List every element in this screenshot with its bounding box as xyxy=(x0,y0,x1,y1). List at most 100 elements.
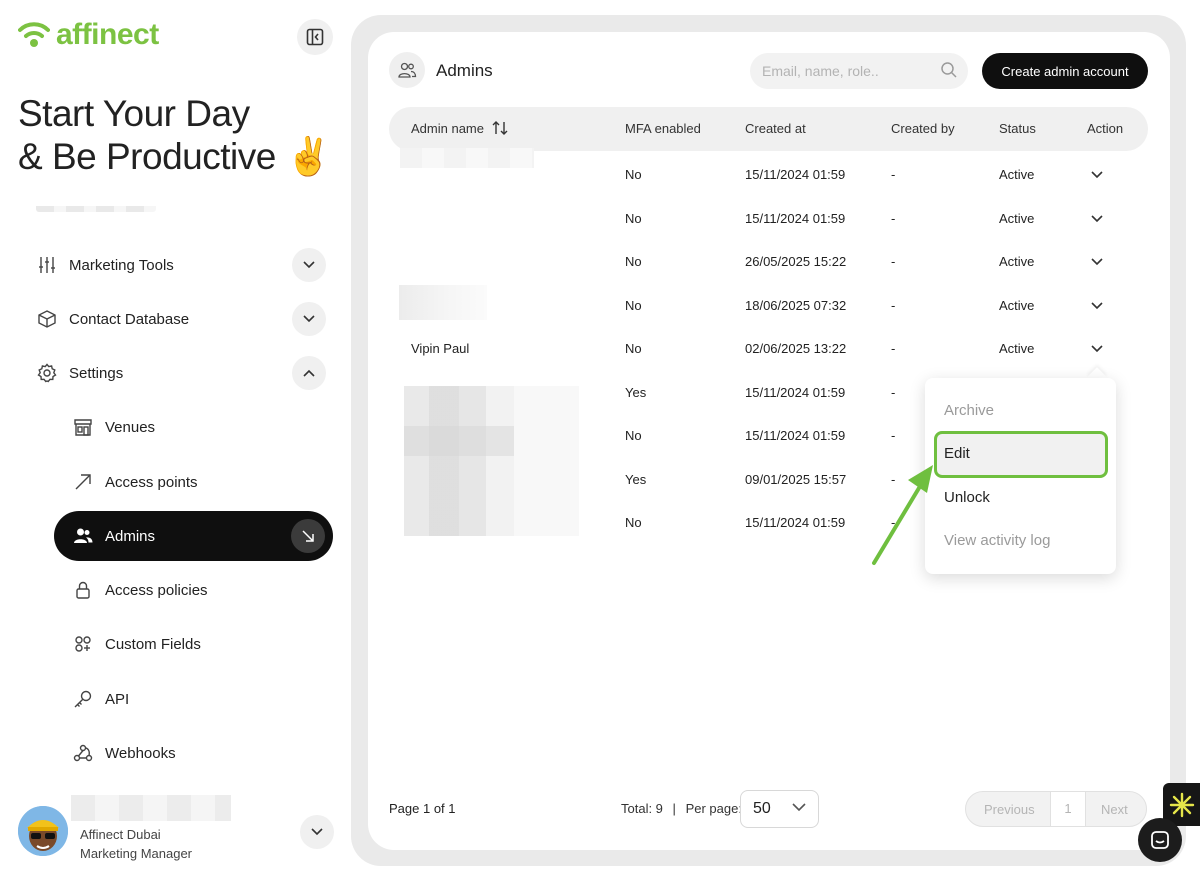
sort-icon[interactable] xyxy=(492,121,508,135)
profile-redacted xyxy=(71,795,231,821)
collapse-sidebar-button[interactable] xyxy=(297,19,333,55)
store-icon xyxy=(72,416,94,438)
chevron-up-icon xyxy=(303,369,315,377)
sidebar-item-admins[interactable]: Admins xyxy=(54,511,333,561)
sidebar-item-label: Access policies xyxy=(105,581,208,599)
cell-created-by: - xyxy=(891,254,896,269)
user-profile[interactable]: Affinect Dubai Marketing Manager xyxy=(18,795,334,862)
sidebar-item-label: Marketing Tools xyxy=(69,256,174,274)
users-outline-icon xyxy=(389,52,425,88)
per-page-select[interactable]: 50 xyxy=(740,790,819,828)
profile-name: Affinect Dubai xyxy=(80,827,161,842)
sidebar-item-contact-database[interactable]: Contact Database xyxy=(36,299,326,339)
lock-icon xyxy=(72,579,94,601)
cell-status: Active xyxy=(999,254,1035,269)
cell-created-at: 15/11/2024 01:59 xyxy=(745,515,846,530)
sidebar-item-venues[interactable]: Venues xyxy=(72,407,332,447)
sidebar-toggle-icon xyxy=(306,28,324,46)
row-action-chevron-icon[interactable] xyxy=(1090,298,1104,312)
sidebar-item-label: Access points xyxy=(105,473,198,491)
nav-item-partial xyxy=(36,206,156,218)
cell-created-by: - xyxy=(891,428,896,443)
cell-created-at: 26/05/2025 15:22 xyxy=(745,254,847,269)
menu-item-unlock[interactable]: Unlock xyxy=(944,489,990,506)
fields-icon xyxy=(72,633,94,655)
row-action-chevron-icon[interactable] xyxy=(1090,341,1104,355)
cell-created-by: - xyxy=(891,341,896,356)
sidebar-item-access-policies[interactable]: Access policies xyxy=(72,570,332,610)
avatar xyxy=(18,806,68,856)
menu-item-archive[interactable]: Archive xyxy=(944,402,994,419)
chevron-down-icon xyxy=(792,803,806,812)
sidebar-item-custom-fields[interactable]: Custom Fields xyxy=(72,624,332,664)
cell-created-by: - xyxy=(891,384,896,400)
table-row: No 15/11/2024 01:59 - Active xyxy=(389,154,1148,198)
sidebar-item-access-points[interactable]: Access points xyxy=(72,462,332,502)
menu-item-edit[interactable]: Edit xyxy=(944,445,970,462)
search-input[interactable] xyxy=(750,53,968,89)
sidebar-item-label: Admins xyxy=(105,527,156,545)
brand-logo[interactable]: affinect xyxy=(18,18,159,52)
expand-marketing-tools-button[interactable] xyxy=(292,248,326,282)
sliders-icon xyxy=(36,254,58,276)
column-header-action: Action xyxy=(1087,121,1124,136)
cell-created-at: 02/06/2025 13:22 xyxy=(745,341,847,356)
cell-created-by: - xyxy=(891,297,896,313)
headline-line-1: Start Your Day xyxy=(18,93,250,134)
row-action-chevron-icon[interactable] xyxy=(1090,254,1104,268)
cell-created-at: 15/11/2024 01:59 xyxy=(745,384,846,400)
cell-mfa: No xyxy=(625,428,642,443)
previous-page-button[interactable]: Previous xyxy=(984,802,1035,817)
cell-created-by: - xyxy=(891,210,896,226)
sidebar-item-label: Webhooks xyxy=(105,744,176,762)
headline-line-2: & Be Productive ✌️ xyxy=(18,136,332,177)
chevron-down-icon xyxy=(311,828,323,836)
sidebar-item-label: Settings xyxy=(69,364,124,382)
webhook-icon xyxy=(72,742,94,764)
cell-mfa: No xyxy=(625,254,642,269)
expand-contact-database-button[interactable] xyxy=(292,302,326,336)
cell-mfa: No xyxy=(625,167,642,182)
cell-status: Active xyxy=(999,210,1035,226)
sparkle-icon xyxy=(1169,792,1194,817)
sidebar-item-api[interactable]: API xyxy=(72,679,332,719)
annotation-arrow-icon xyxy=(872,465,933,565)
chat-support-button[interactable] xyxy=(1138,818,1182,862)
table-header: Admin name MFA enabled Created at Create… xyxy=(389,107,1148,151)
table-row: Vipin Paul No 02/06/2025 13:22 - Active xyxy=(389,328,1148,372)
sidebar-item-webhooks[interactable]: Webhooks xyxy=(72,733,332,773)
column-header-created-at: Created at xyxy=(745,121,806,136)
cell-created-at: 18/06/2025 07:32 xyxy=(745,297,847,313)
sidebar: affinect Start Your Day & Be Productive … xyxy=(0,0,350,880)
column-header-status: Status xyxy=(999,121,1036,136)
next-page-button[interactable]: Next xyxy=(1101,802,1128,817)
cell-mfa: No xyxy=(625,210,642,226)
wifi-logo-icon xyxy=(18,22,50,47)
create-admin-button[interactable]: Create admin account xyxy=(982,53,1148,89)
cell-mfa: Yes xyxy=(625,471,647,487)
menu-item-view-activity-log[interactable]: View activity log xyxy=(944,532,1050,549)
page-title: Admins xyxy=(436,61,493,80)
sidebar-item-settings[interactable]: Settings xyxy=(36,353,326,393)
row-action-chevron-icon[interactable] xyxy=(1090,211,1104,225)
page-indicator: Page 1 of 1 xyxy=(389,801,456,816)
column-header-admin-name[interactable]: Admin name xyxy=(411,121,508,136)
cell-mfa: No xyxy=(625,297,642,313)
table-row: No 18/06/2025 07:32 - Active xyxy=(389,285,1148,329)
cell-created-at: 15/11/2024 01:59 xyxy=(745,210,846,226)
collapse-settings-button[interactable] xyxy=(292,356,326,390)
sidebar-item-marketing-tools[interactable]: Marketing Tools xyxy=(36,245,326,285)
sidebar-item-label: Contact Database xyxy=(69,310,190,328)
brand-name: affinect xyxy=(56,18,159,51)
cell-mfa: No xyxy=(625,341,642,356)
cell-status: Active xyxy=(999,297,1035,313)
sidebar-item-label: API xyxy=(105,690,130,708)
cell-admin-name: Vipin Paul xyxy=(411,341,470,356)
chat-icon xyxy=(1151,831,1169,849)
current-page-button[interactable]: 1 xyxy=(1050,792,1086,826)
profile-menu-button[interactable] xyxy=(300,815,334,849)
column-header-created-by: Created by xyxy=(891,121,955,136)
key-icon xyxy=(72,688,94,710)
cell-status: Active xyxy=(999,167,1035,182)
row-action-chevron-icon[interactable] xyxy=(1090,167,1104,181)
